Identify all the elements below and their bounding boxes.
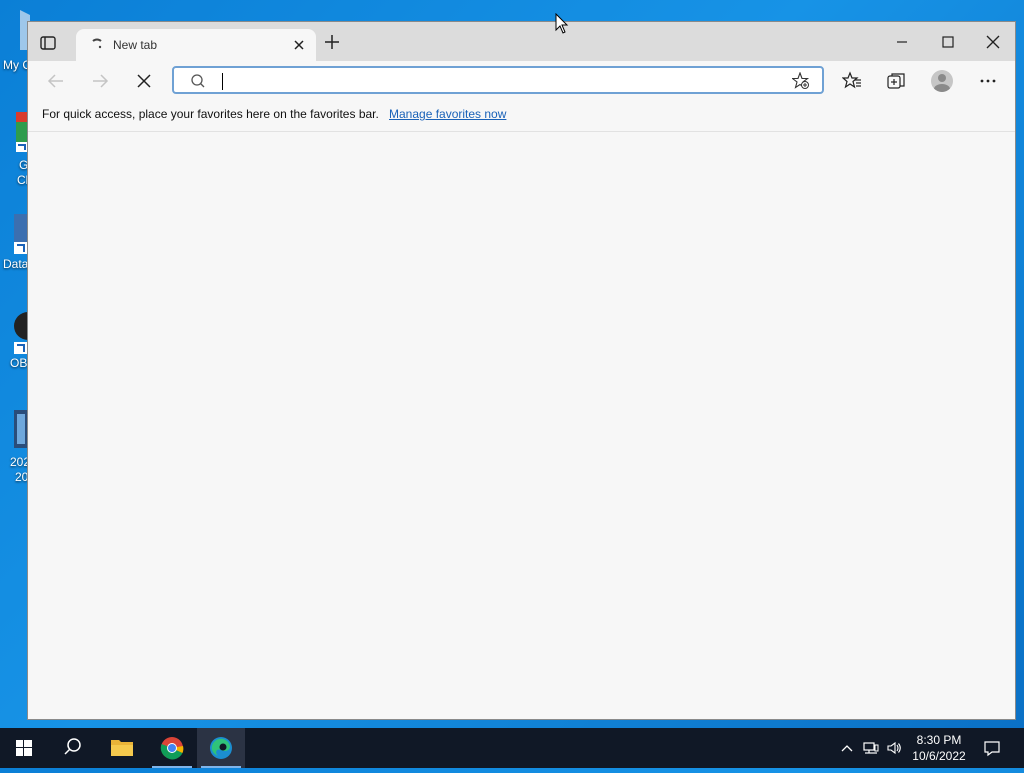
title-bar[interactable]: New tab xyxy=(28,22,1015,61)
clock-time: 8:30 PM xyxy=(916,733,962,747)
address-bar[interactable] xyxy=(172,66,824,94)
desktop-icon-label-3: Data xyxy=(3,257,29,271)
notifications-icon[interactable] xyxy=(983,739,1001,757)
network-icon[interactable] xyxy=(863,740,879,756)
forward-arrow-icon[interactable] xyxy=(90,71,110,91)
file-explorer-button[interactable] xyxy=(98,728,146,768)
back-arrow-icon[interactable] xyxy=(46,71,66,91)
address-input[interactable] xyxy=(220,71,780,91)
edge-taskbar-button[interactable] xyxy=(197,728,245,768)
volume-icon[interactable] xyxy=(886,740,902,756)
taskbar: 8:30 PM 10/6/2022 xyxy=(0,728,1024,768)
minimize-icon[interactable] xyxy=(892,32,912,52)
loading-spinner-icon xyxy=(92,38,102,49)
add-favorite-star-icon[interactable] xyxy=(792,72,810,90)
obs-shortcut-icon[interactable] xyxy=(14,312,28,354)
close-window-icon[interactable] xyxy=(983,32,1003,52)
collections-icon[interactable] xyxy=(886,71,906,91)
favorites-bar: For quick access, place your favorites h… xyxy=(28,101,1015,132)
maximize-icon[interactable] xyxy=(938,32,958,52)
text-caret xyxy=(222,73,223,90)
more-options-icon[interactable] xyxy=(978,71,998,91)
folder-icon xyxy=(111,740,133,756)
profile-icon xyxy=(934,74,950,92)
taskbar-search-icon xyxy=(64,738,81,755)
tab-title: New tab xyxy=(113,38,158,52)
database-shortcut-icon[interactable] xyxy=(14,214,28,254)
favorites-icon[interactable] xyxy=(842,71,862,91)
taskbar-clock[interactable]: 8:30 PM 10/6/2022 xyxy=(908,732,970,764)
start-button[interactable] xyxy=(0,728,48,768)
favorites-bar-message: For quick access, place your favorites h… xyxy=(42,107,379,121)
tab-actions-icon[interactable] xyxy=(38,34,58,52)
taskbar-search-button[interactable] xyxy=(48,728,96,768)
close-tab-icon[interactable] xyxy=(292,38,306,52)
edge-icon xyxy=(210,737,232,759)
browser-window: New tab For quick access, place your fav… xyxy=(27,21,1016,720)
show-hidden-icons-chevron-icon[interactable] xyxy=(839,740,855,756)
video-file-icon[interactable] xyxy=(14,410,28,448)
search-icon xyxy=(191,74,205,88)
mouse-cursor-icon xyxy=(555,13,569,34)
profile-avatar[interactable] xyxy=(931,70,953,92)
tab-new-tab[interactable]: New tab xyxy=(76,29,316,61)
windows-logo-icon xyxy=(16,740,32,756)
manage-favorites-link[interactable]: Manage favorites now xyxy=(389,107,506,121)
page-content[interactable] xyxy=(28,132,1015,719)
chrome-taskbar-button[interactable] xyxy=(148,728,196,768)
clock-date: 10/6/2022 xyxy=(912,749,966,763)
new-tab-plus-icon[interactable] xyxy=(324,34,340,50)
stop-loading-icon[interactable] xyxy=(134,71,154,91)
chrome-icon xyxy=(160,737,184,760)
browser-toolbar xyxy=(28,61,1015,101)
